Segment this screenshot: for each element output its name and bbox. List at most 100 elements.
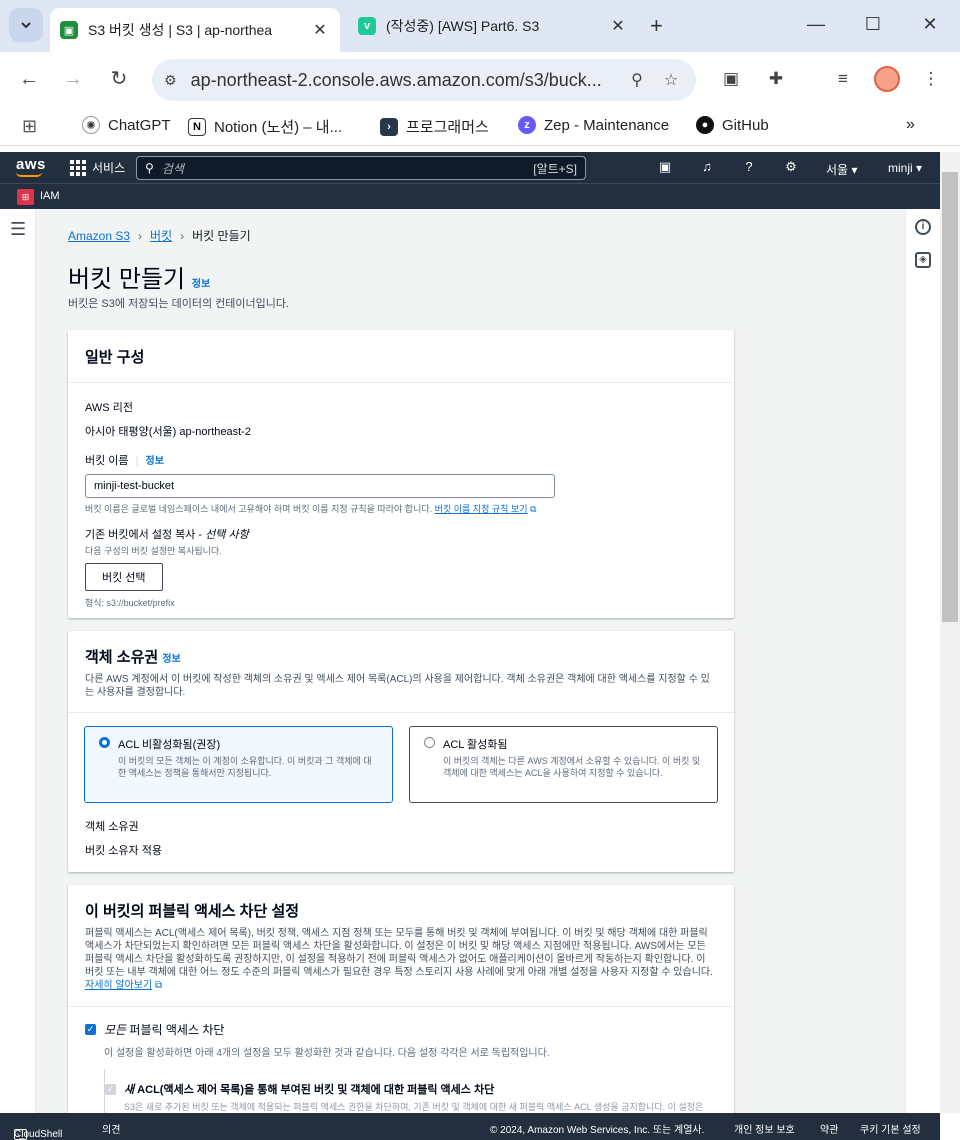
bucket-name-info-link[interactable]: 정보: [146, 456, 164, 467]
external-link-icon: ⧉: [530, 504, 537, 514]
block-all-row: ✓ 모든 퍼블릭 액세스 차단: [85, 1021, 717, 1038]
chevron-right-icon: ›: [138, 228, 143, 243]
close-icon[interactable]: ✕: [310, 20, 330, 40]
acl-disabled-option[interactable]: ACL 비활성화됨(권장) 이 버킷의 모든 객체는 이 계정이 소유합니다. …: [84, 726, 393, 803]
terms-link[interactable]: 약관: [820, 1121, 838, 1136]
bucket-name-label-row: 버킷 이름 | 정보: [85, 455, 164, 467]
programmers-icon: ›: [380, 117, 398, 136]
bookmark-notion[interactable]: N Notion (노션) – 내...: [188, 116, 342, 137]
public-access-description: 퍼블릭 액세스는 ACL(액세스 제어 목록), 버킷 정책, 액세스 지점 정…: [85, 927, 717, 992]
tab-search-button[interactable]: [9, 8, 43, 42]
browser-tabstrip: ▣ S3 버킷 생성 | S3 | ap-northea ✕ v (작성중) […: [0, 0, 960, 52]
radio-selected-icon[interactable]: [99, 737, 110, 748]
bookmark-programmers[interactable]: › 프로그래머스: [380, 116, 489, 137]
block-new-acl-em: 새: [124, 1084, 135, 1096]
bookmark-star-icon[interactable]: ☆: [658, 70, 684, 90]
gear-icon[interactable]: ⚙: [782, 159, 800, 175]
new-tab-button[interactable]: +: [650, 13, 663, 39]
hamburger-menu-icon[interactable]: ☰: [10, 219, 26, 240]
ownership-title-text: 객체 소유권: [85, 649, 159, 666]
extension-box-icon[interactable]: ▣: [718, 66, 744, 92]
block-all-em: 모든: [104, 1023, 127, 1037]
cookie-preferences-link[interactable]: 쿠키 기본 설정: [860, 1121, 921, 1136]
url-text[interactable]: ap-northeast-2.console.aws.amazon.com/s3…: [191, 70, 616, 91]
region-selector[interactable]: 서울 ▾: [826, 161, 857, 178]
bookmark-zep[interactable]: z Zep - Maintenance: [518, 116, 669, 134]
copy-settings-label: 기존 버킷에서 설정 복사 - 선택 사항: [85, 526, 717, 542]
address-bar[interactable]: ⚙ ap-northeast-2.console.aws.amazon.com/…: [152, 59, 696, 101]
breadcrumb-current: 버킷 만들기: [192, 229, 251, 243]
bell-icon[interactable]: ♫: [698, 159, 716, 174]
bucket-name-hint: 버킷 이름은 글로벌 네임스페이스 내에서 고유해야 하며 버킷 이름 지정 규…: [85, 502, 717, 515]
choose-bucket-button[interactable]: 버킷 선택: [85, 563, 163, 591]
acl-enabled-option[interactable]: ACL 활성화됨 이 버킷의 객체는 다른 AWS 계정에서 소유할 수 있습니…: [409, 726, 718, 803]
media-controls-icon[interactable]: ≡: [830, 66, 856, 92]
services-button[interactable]: 서비스: [70, 159, 125, 176]
bookmark-label: 프로그래머스: [406, 119, 489, 136]
breadcrumb-buckets[interactable]: 버킷: [150, 227, 172, 244]
page-scrollbar[interactable]: [940, 152, 960, 1113]
block-all-rest: 퍼블릭 액세스 차단: [126, 1023, 225, 1037]
feedback-link[interactable]: 의견: [102, 1121, 120, 1136]
window-close-icon[interactable]: ✕: [918, 14, 942, 35]
back-arrow-icon[interactable]: ←: [16, 66, 42, 92]
search-icon: ⚲: [145, 161, 154, 175]
privacy-link[interactable]: 개인 정보 보호: [734, 1121, 795, 1136]
iam-favorite[interactable]: IAM: [40, 190, 60, 202]
forward-arrow-icon[interactable]: →: [60, 66, 86, 92]
bookmark-github[interactable]: ● GitHub: [696, 116, 769, 134]
naming-rules-link[interactable]: 버킷 이름 지정 규칙 보기: [435, 504, 528, 514]
left-rail: ☰: [0, 209, 36, 1113]
general-config-title: 일반 구성: [85, 349, 145, 366]
object-ownership-card: 객체 소유권 정보 다른 AWS 계정에서 이 버킷에 작성한 객체의 소유권 …: [68, 631, 734, 872]
copy-settings-hint: 다음 구성의 버킷 설정만 복사됩니다.: [85, 546, 222, 556]
block-new-acl-row: ✓ 새 ACL(액세스 제어 목록)을 통해 부여된 버킷 및 객체에 대한 퍼…: [105, 1081, 717, 1097]
tab-s3-create-bucket[interactable]: ▣ S3 버킷 생성 | S3 | ap-northea ✕: [50, 8, 340, 52]
radio-unselected-icon[interactable]: [424, 737, 435, 748]
public-access-card: 이 버킷의 퍼블릭 액세스 차단 설정 퍼블릭 액세스는 ACL(액세스 제어 …: [68, 885, 734, 1113]
tab-velog-draft[interactable]: v (작성중) [AWS] Part6. S3 ✕: [348, 8, 638, 44]
learn-more-link[interactable]: 자세히 알아보기: [85, 980, 152, 991]
iam-icon[interactable]: ⊞: [17, 189, 34, 205]
block-new-acl-label: 새 ACL(액세스 제어 목록)을 통해 부여된 버킷 및 객체에 대한 퍼블릭…: [124, 1081, 494, 1097]
ownership-info-link[interactable]: 정보: [162, 654, 180, 665]
account-menu[interactable]: minji ▾: [888, 161, 922, 175]
cloudshell-icon[interactable]: ▣: [656, 159, 674, 175]
scrollbar-thumb[interactable]: [942, 172, 958, 622]
profile-avatar[interactable]: [874, 66, 900, 92]
aws-logo[interactable]: aws: [16, 156, 46, 173]
apps-grid-icon[interactable]: ⊞: [22, 116, 37, 137]
page-title-text: 버킷 만들기: [68, 266, 186, 293]
chevron-right-icon: ›: [180, 228, 185, 243]
help-icon[interactable]: ?: [740, 159, 758, 174]
ownership-options: ACL 비활성화됨(권장) 이 버킷의 모든 객체는 이 계정이 소유합니다. …: [68, 713, 734, 805]
minimize-icon[interactable]: —: [804, 14, 828, 35]
aws-top-nav: aws 서비스 ⚲ 검색 [알트+S] ▣ ♫ ? ⚙ 서울 ▾ minji ▾: [0, 152, 940, 183]
bookmark-chatgpt[interactable]: ✺ ChatGPT: [82, 116, 171, 134]
zoom-icon[interactable]: ⚲: [624, 70, 650, 90]
aws-smile-icon: [16, 172, 42, 177]
extensions-puzzle-icon[interactable]: ✚: [763, 66, 789, 92]
breadcrumb-amazon-s3[interactable]: Amazon S3: [68, 229, 130, 243]
copy-optional-text: 선택 사항: [205, 529, 249, 541]
site-settings-icon[interactable]: ⚙: [164, 72, 177, 89]
object-owner-value: 버킷 소유자 적용: [85, 845, 162, 857]
block-all-checkbox[interactable]: ✓: [85, 1024, 96, 1035]
aws-search-input[interactable]: ⚲ 검색 [알트+S]: [136, 156, 586, 180]
more-bookmarks-icon[interactable]: »: [906, 116, 915, 134]
info-panel-icon[interactable]: i: [915, 219, 931, 235]
bucket-name-input[interactable]: minji-test-bucket: [85, 474, 555, 498]
page-info-link[interactable]: 정보: [192, 279, 210, 290]
resources-panel-icon[interactable]: ◈: [915, 252, 931, 268]
close-icon[interactable]: ✕: [608, 16, 628, 36]
copy-settings-label-text: 기존 버킷에서 설정 복사 -: [85, 529, 206, 541]
block-all-label: 모든 퍼블릭 액세스 차단: [104, 1021, 224, 1038]
bookmark-label: Zep - Maintenance: [544, 116, 670, 134]
zep-icon: z: [518, 116, 536, 134]
maximize-icon[interactable]: ☐: [861, 14, 885, 35]
block-new-acl-checkbox[interactable]: ✓: [105, 1083, 116, 1095]
reload-icon[interactable]: ↻: [106, 66, 132, 92]
general-config-card: 일반 구성 AWS 리전 아시아 태평양(서울) ap-northeast-2 …: [68, 330, 734, 618]
chevron-down-icon: [21, 22, 31, 29]
more-menu-icon[interactable]: ⋮: [918, 66, 944, 92]
